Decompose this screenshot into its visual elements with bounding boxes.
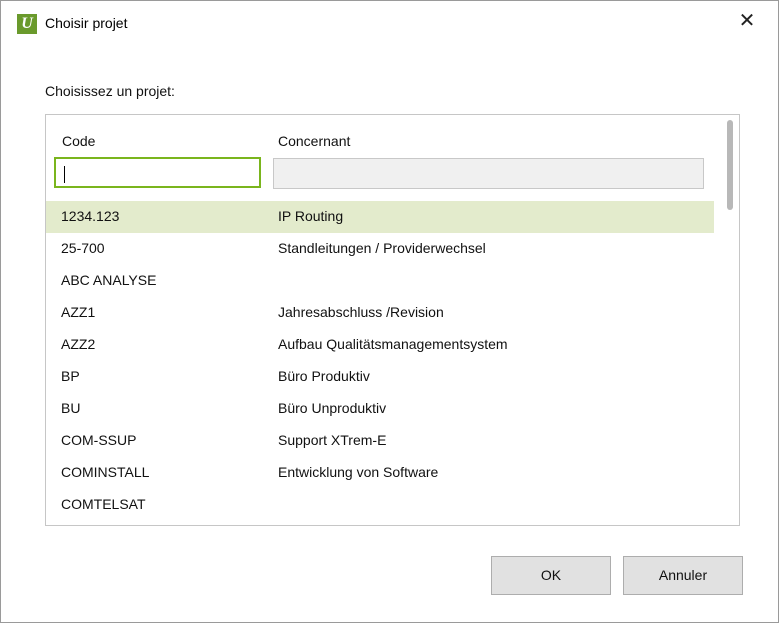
project-concernant: Entwicklung von Software <box>278 464 439 480</box>
ok-button[interactable]: OK <box>491 556 611 595</box>
project-rows: 1234.123 IP Routing 25-700 Standleitungen /… <box>46 201 714 521</box>
project-row[interactable]: BP Büro Produktiv <box>46 361 714 393</box>
project-row[interactable]: ABC ANALYSE <box>46 265 714 297</box>
app-logo-icon: U <box>17 14 37 34</box>
project-concernant: Support XTrem-E <box>278 432 387 448</box>
cancel-button[interactable]: Annuler <box>623 556 743 595</box>
project-row[interactable]: COMINSTALL Entwicklung von Software <box>46 457 714 489</box>
concernant-filter-input[interactable] <box>273 158 704 189</box>
project-concernant: Büro Unproduktiv <box>278 400 387 416</box>
title-bar: U Choisir projet ✕ <box>1 1 778 41</box>
project-code: 1234.123 <box>61 208 120 224</box>
project-code: COM-SSUP <box>61 432 137 448</box>
project-concernant: Jahresabschluss /Revision <box>278 304 444 320</box>
project-code: COMTELSAT <box>61 496 146 512</box>
project-prompt-label: Choisissez un projet: <box>45 83 175 99</box>
column-header-concernant[interactable]: Concernant <box>278 133 350 149</box>
project-row[interactable]: BU Büro Unproduktiv <box>46 393 714 425</box>
project-concernant: Standleitungen / Providerwechsel <box>278 240 486 256</box>
text-caret <box>64 166 65 183</box>
choose-project-dialog: U Choisir projet ✕ Choisissez un projet:… <box>0 0 779 623</box>
code-filter-input[interactable] <box>54 157 261 188</box>
project-concernant: Büro Produktiv <box>278 368 370 384</box>
project-code: COMINSTALL <box>61 464 150 480</box>
project-code: BU <box>61 400 81 416</box>
column-header-code[interactable]: Code <box>62 133 95 149</box>
project-row[interactable]: COM-SSUP Support XTrem-E <box>46 425 714 457</box>
close-icon[interactable]: ✕ <box>730 7 764 35</box>
project-row[interactable]: AZZ1 Jahresabschluss /Revision <box>46 297 714 329</box>
project-row[interactable]: 1234.123 IP Routing <box>46 201 714 233</box>
project-row[interactable]: AZZ2 Aufbau Qualitätsmanagementsystem <box>46 329 714 361</box>
project-code: BP <box>61 368 80 384</box>
project-row[interactable]: COMTELSAT <box>46 489 714 521</box>
project-row[interactable]: 25-700 Standleitungen / Providerwechsel <box>46 233 714 265</box>
project-code: ABC ANALYSE <box>61 272 157 288</box>
project-code: AZZ1 <box>61 304 96 320</box>
vertical-scrollbar[interactable] <box>727 120 733 210</box>
window-title: Choisir projet <box>45 15 128 31</box>
project-code: 25-700 <box>61 240 105 256</box>
project-list: Code Concernant 1234.123 IP Routing 25-700… <box>45 114 740 526</box>
project-code: AZZ2 <box>61 336 96 352</box>
project-concernant: IP Routing <box>278 208 344 224</box>
project-concernant: Aufbau Qualitätsmanagementsystem <box>278 336 508 352</box>
